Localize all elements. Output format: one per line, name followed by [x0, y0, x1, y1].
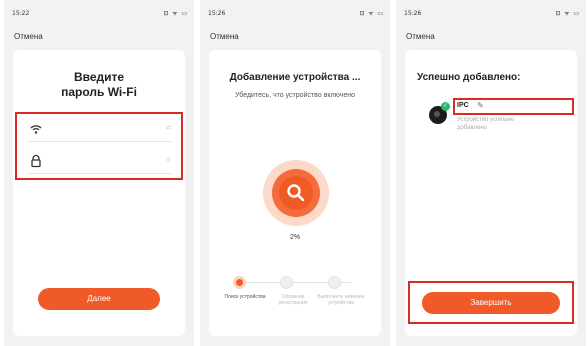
highlight-box [453, 98, 574, 115]
step-dot-search [233, 276, 246, 289]
highlight-box [15, 112, 183, 180]
search-icon [287, 184, 305, 202]
success-card: Успешно добавлено: ✓ IPC ✎ Устройство ус… [405, 50, 577, 336]
step-dot-cloud [280, 276, 293, 289]
page-title: Добавление устройства ... [229, 72, 361, 83]
status-bar: 15:22 ⊡ ᯤ ▭ [4, 8, 194, 20]
status-icons: ⊡ ᯤ ▭ [359, 11, 384, 17]
step-label-search: Поиск устройства [224, 294, 266, 300]
step-dot-init [328, 276, 341, 289]
cancel-link[interactable]: Отмена [406, 32, 435, 41]
step-label-cloud: Облачная регистрация [278, 294, 308, 306]
status-icons: ⊡ ᯤ ▭ [163, 11, 188, 17]
status-bar: 15:26 ⊡ ᯤ ▭ [200, 8, 390, 20]
screen-adding-device: 15:26 ⊡ ᯤ ▭ Отмена Добавление устройства… [200, 0, 390, 346]
check-icon: ✓ [441, 102, 450, 111]
progress-ring [263, 160, 329, 226]
progress-percent: 2% [289, 234, 301, 241]
highlight-box [408, 281, 574, 324]
page-title: Успешно добавлено: [417, 72, 521, 83]
status-bar: 15:26 ⊡ ᯤ ▭ [396, 8, 586, 20]
page-title: Введите пароль Wi-Fi [61, 70, 137, 99]
progress-card: Добавление устройства ... Убедитесь, что… [209, 50, 381, 336]
cancel-link[interactable]: Отмена [210, 32, 239, 41]
status-time: 15:26 [404, 10, 422, 17]
status-time: 15:26 [208, 10, 226, 17]
screen-added-success: 15:26 ⊡ ᯤ ▭ Отмена Успешно добавлено: ✓ … [396, 0, 586, 346]
status-icons: ⊡ ᯤ ▭ [555, 11, 580, 17]
step-label-init: Выполните нижение устройства [317, 294, 365, 306]
device-status: Устройство успешно добавлено [457, 117, 515, 131]
screen-wifi-password: 15:22 ⊡ ᯤ ▭ Отмена Введите пароль Wi-Fi … [4, 0, 194, 346]
wifi-card: Введите пароль Wi-Fi ⇄ ◎ Далее [13, 50, 185, 336]
page-subtitle: Убедитесь, что устройство включено [235, 92, 355, 99]
status-time: 15:22 [12, 10, 30, 17]
step-indicator [233, 276, 357, 290]
cancel-link[interactable]: Отмена [14, 32, 43, 41]
next-button[interactable]: Далее [38, 288, 160, 310]
